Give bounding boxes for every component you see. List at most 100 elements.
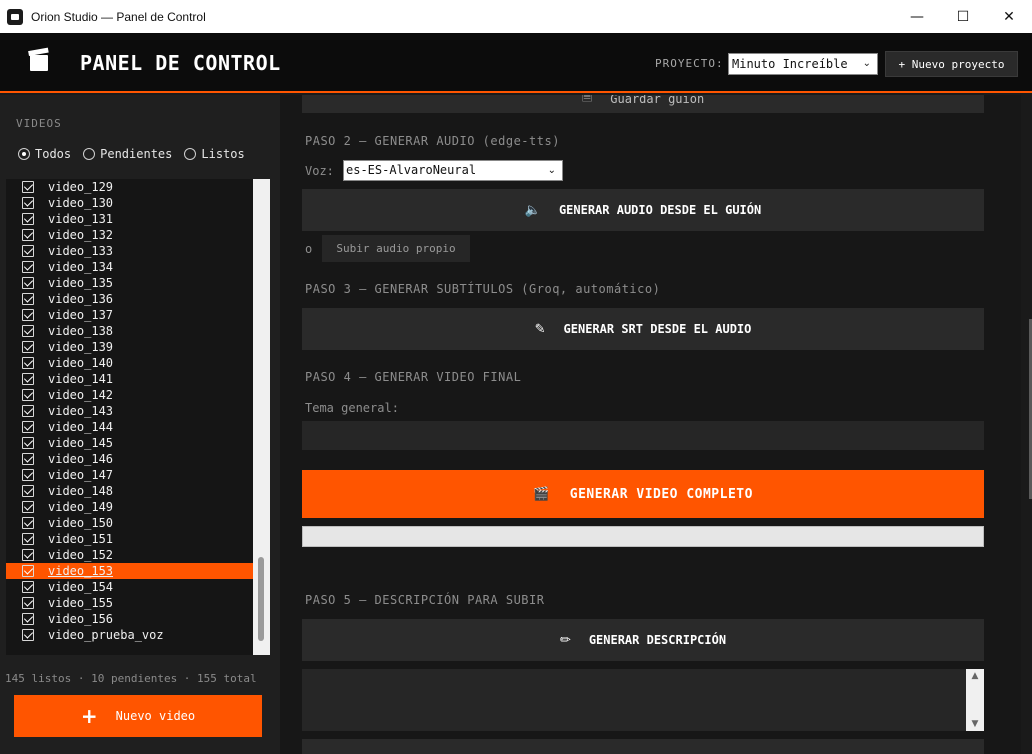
project-label: PROYECTO: xyxy=(655,57,724,70)
checkbox-checked-icon[interactable] xyxy=(22,533,34,545)
new-video-button[interactable]: + Nuevo video xyxy=(14,695,262,737)
checkbox-checked-icon[interactable] xyxy=(22,613,34,625)
checkbox-checked-icon[interactable] xyxy=(22,469,34,481)
checkbox-checked-icon[interactable] xyxy=(22,453,34,465)
window-controls: — ☐ ✕ xyxy=(894,0,1032,33)
list-item[interactable]: video_153 xyxy=(6,563,256,579)
list-item-label: video_144 xyxy=(48,420,114,434)
list-item[interactable]: video_144 xyxy=(6,419,256,435)
checkbox-checked-icon[interactable] xyxy=(22,405,34,417)
list-item[interactable]: video_152 xyxy=(6,547,256,563)
checkbox-checked-icon[interactable] xyxy=(22,597,34,609)
list-item[interactable]: video_155 xyxy=(6,595,256,611)
checkbox-checked-icon[interactable] xyxy=(22,389,34,401)
scroll-up-icon[interactable]: ▲ xyxy=(966,671,984,681)
checkbox-checked-icon[interactable] xyxy=(22,549,34,561)
checkbox-checked-icon[interactable] xyxy=(22,229,34,241)
checkbox-checked-icon[interactable] xyxy=(22,341,34,353)
main-panel: 🗎 Guardar guión PASO 2 — GENERAR AUDIO (… xyxy=(280,95,1021,754)
list-item[interactable]: video_133 xyxy=(6,243,256,259)
list-item[interactable]: video_137 xyxy=(6,307,256,323)
list-item[interactable]: video_131 xyxy=(6,211,256,227)
maximize-icon[interactable]: ☐ xyxy=(940,0,986,33)
list-item[interactable]: video_136 xyxy=(6,291,256,307)
list-item[interactable]: video_149 xyxy=(6,499,256,515)
list-item[interactable]: video_129 xyxy=(6,179,256,195)
list-item[interactable]: video_140 xyxy=(6,355,256,371)
list-item[interactable]: video_142 xyxy=(6,387,256,403)
new-project-button[interactable]: + Nuevo proyecto xyxy=(885,51,1018,77)
checkbox-checked-icon[interactable] xyxy=(22,197,34,209)
list-item[interactable]: video_130 xyxy=(6,195,256,211)
list-item-label: video_140 xyxy=(48,356,114,370)
checkbox-checked-icon[interactable] xyxy=(22,565,34,577)
checkbox-checked-icon[interactable] xyxy=(22,213,34,225)
checkbox-checked-icon[interactable] xyxy=(22,373,34,385)
scroll-down-icon[interactable]: ▼ xyxy=(966,719,984,729)
main-scrollbar[interactable] xyxy=(1021,95,1032,754)
list-item-label: video_141 xyxy=(48,372,114,386)
list-item[interactable]: video_145 xyxy=(6,435,256,451)
list-item[interactable]: video_143 xyxy=(6,403,256,419)
list-item[interactable]: video_146 xyxy=(6,451,256,467)
or-label: o xyxy=(305,242,313,256)
checkbox-checked-icon[interactable] xyxy=(22,309,34,321)
checkbox-checked-icon[interactable] xyxy=(22,485,34,497)
copy-description-button[interactable] xyxy=(302,739,984,754)
upload-audio-button[interactable]: Subir audio propio xyxy=(322,235,470,262)
list-item-label: video_130 xyxy=(48,196,114,210)
list-item[interactable]: video_132 xyxy=(6,227,256,243)
checkbox-checked-icon[interactable] xyxy=(22,181,34,193)
list-item-label: video_151 xyxy=(48,532,114,546)
checkbox-checked-icon[interactable] xyxy=(22,501,34,513)
checkbox-checked-icon[interactable] xyxy=(22,629,34,641)
generate-srt-button[interactable]: ✎ GENERAR SRT DESDE EL AUDIO xyxy=(302,308,984,350)
list-item[interactable]: video_prueba_voz xyxy=(6,627,256,643)
checkbox-checked-icon[interactable] xyxy=(22,293,34,305)
tema-input[interactable] xyxy=(302,421,984,450)
filter-listos[interactable]: Listos xyxy=(184,147,245,161)
close-icon[interactable]: ✕ xyxy=(986,0,1032,33)
checkbox-checked-icon[interactable] xyxy=(22,325,34,337)
chevron-down-icon: ⌄ xyxy=(547,165,556,176)
list-item[interactable]: video_139 xyxy=(6,339,256,355)
list-item[interactable]: video_154 xyxy=(6,579,256,595)
list-item[interactable]: video_150 xyxy=(6,515,256,531)
checkbox-checked-icon[interactable] xyxy=(22,277,34,289)
voice-select[interactable]: es-ES-AlvaroNeural ⌄ xyxy=(343,160,563,181)
list-item[interactable]: video_151 xyxy=(6,531,256,547)
minimize-icon[interactable]: — xyxy=(894,0,940,33)
video-list[interactable]: video_129 video_130 video_131 video_132 vide… xyxy=(6,179,270,655)
list-item[interactable]: video_135 xyxy=(6,275,256,291)
checkbox-checked-icon[interactable] xyxy=(22,517,34,529)
checkbox-checked-icon[interactable] xyxy=(22,357,34,369)
list-item[interactable]: video_134 xyxy=(6,259,256,275)
clapperboard-icon: 🎬 xyxy=(533,486,550,502)
list-item[interactable]: video_138 xyxy=(6,323,256,339)
list-item[interactable]: video_141 xyxy=(6,371,256,387)
list-item[interactable]: video_156 xyxy=(6,611,256,627)
checkbox-checked-icon[interactable] xyxy=(22,261,34,273)
list-item-label: video_155 xyxy=(48,596,114,610)
description-textarea[interactable] xyxy=(302,669,984,731)
checkbox-checked-icon[interactable] xyxy=(22,245,34,257)
scrollbar-thumb[interactable] xyxy=(258,557,264,641)
checkbox-checked-icon[interactable] xyxy=(22,421,34,433)
video-list-scrollbar[interactable] xyxy=(253,179,270,655)
radio-icon xyxy=(184,148,197,160)
generate-video-button[interactable]: 🎬 GENERAR VIDEO COMPLETO xyxy=(302,470,984,518)
generate-description-button[interactable]: ✏ GENERAR DESCRIPCIÓN xyxy=(302,619,984,661)
list-item[interactable]: video_147 xyxy=(6,467,256,483)
list-item-label: video_131 xyxy=(48,212,114,226)
list-item[interactable]: video_148 xyxy=(6,483,256,499)
filter-pendientes[interactable]: Pendientes xyxy=(83,147,172,161)
checkbox-checked-icon[interactable] xyxy=(22,581,34,593)
description-scrollbar[interactable]: ▲ ▼ xyxy=(966,669,984,731)
pencil-icon: ✏ xyxy=(559,632,571,648)
project-select[interactable]: Minuto Increíble ⌄ xyxy=(728,53,878,75)
list-item-label: video_132 xyxy=(48,228,114,242)
generate-audio-button[interactable]: 🔈 GENERAR AUDIO DESDE EL GUIÓN xyxy=(302,189,984,231)
checkbox-checked-icon[interactable] xyxy=(22,437,34,449)
filter-todos[interactable]: Todos xyxy=(18,147,71,161)
save-script-button[interactable]: 🗎 Guardar guión xyxy=(302,95,984,113)
